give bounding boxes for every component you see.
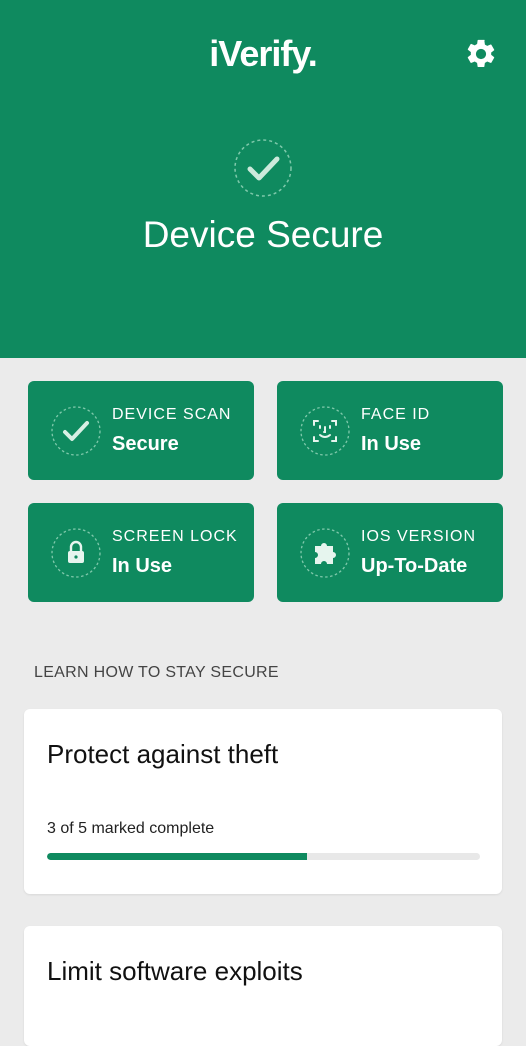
- page-title: Device Secure: [142, 214, 384, 255]
- tile-device-scan[interactable]: DEVICE SCAN Secure: [28, 381, 254, 480]
- face-id-icon: [300, 406, 350, 456]
- tile-screen-lock[interactable]: SCREEN LOCK In Use: [28, 503, 254, 602]
- app-logo: iVerify.: [209, 33, 317, 74]
- check-icon: [51, 406, 101, 456]
- tile-label: SCREEN LOCK: [112, 528, 238, 545]
- tile-label: FACE ID: [361, 406, 431, 423]
- learn-card-limit-exploits[interactable]: Limit software exploits: [24, 926, 502, 1046]
- check-icon: [234, 139, 292, 197]
- tile-value: In Use: [361, 433, 422, 455]
- progress-bar-fill: [47, 853, 307, 860]
- tile-value: In Use: [112, 555, 173, 577]
- lock-icon: [51, 528, 101, 578]
- progress-bar: [47, 853, 480, 860]
- tile-label: IOS VERSION: [361, 528, 477, 545]
- learn-card-protect-theft[interactable]: Protect against theft 3 of 5 marked comp…: [24, 709, 502, 894]
- card-title: Protect against theft: [47, 739, 279, 769]
- puzzle-icon: [300, 528, 350, 578]
- progress-text: 3 of 5 marked complete: [47, 820, 215, 837]
- tile-ios-version[interactable]: IOS VERSION Up-To-Date: [277, 503, 503, 602]
- tile-face-id[interactable]: FACE ID In Use: [277, 381, 503, 480]
- tile-value: Secure: [112, 433, 179, 455]
- section-heading: LEARN HOW TO STAY SECURE: [34, 664, 279, 681]
- hero-header: iVerify. Device Secure: [0, 0, 526, 358]
- gear-icon[interactable]: [464, 37, 498, 71]
- tile-value: Up-To-Date: [361, 555, 468, 577]
- tile-label: DEVICE SCAN: [112, 406, 232, 423]
- card-title: Limit software exploits: [47, 956, 303, 986]
